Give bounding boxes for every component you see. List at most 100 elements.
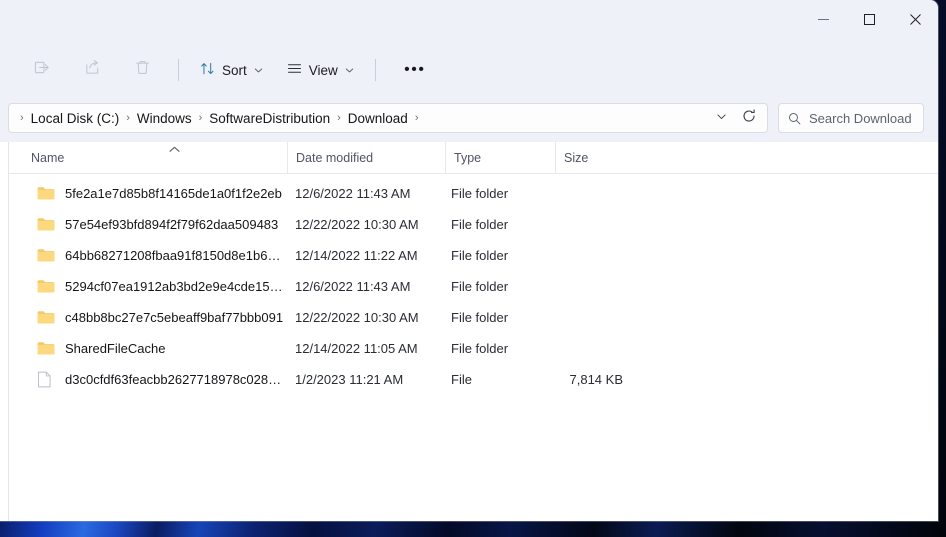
view-list-icon: [287, 61, 302, 79]
file-date-label: 12/22/2022 10:30 AM: [295, 217, 451, 232]
file-name-cell: 5fe2a1e7d85b8f14165de1a0f1f2e2eb: [37, 185, 295, 203]
table-row[interactable]: c48bb8bc27e7c5ebeaff9baf77bbb091 12/22/20…: [15, 302, 932, 333]
folder-icon: [37, 185, 55, 203]
previous-locations-button[interactable]: [707, 105, 735, 131]
column-header-type[interactable]: Type: [445, 142, 555, 174]
file-type-label: File folder: [451, 217, 559, 232]
file-type-label: File folder: [451, 186, 559, 201]
table-row[interactable]: 5fe2a1e7d85b8f14165de1a0f1f2e2eb 12/6/202…: [15, 178, 932, 209]
sort-button[interactable]: Sort: [191, 54, 272, 86]
file-list: Name Date modified Type S: [9, 142, 938, 521]
file-date-label: 12/14/2022 11:22 AM: [295, 248, 451, 263]
close-button[interactable]: [892, 0, 938, 38]
sort-button-label: Sort: [222, 63, 247, 78]
minimize-button[interactable]: [800, 0, 846, 38]
file-type-label: File folder: [451, 279, 559, 294]
table-row[interactable]: 64bb68271208fbaa91f8150d8e1b6b3a 12/14/20…: [15, 240, 932, 271]
rename-button[interactable]: [22, 53, 62, 87]
navigation-pane: [0, 142, 9, 521]
address-bar-actions: [707, 105, 763, 131]
breadcrumb: › Local Disk (C:) › Windows › SoftwareDi…: [15, 108, 707, 129]
file-size-label: 7,814 KB: [559, 372, 641, 387]
file-name-label: c48bb8bc27e7c5ebeaff9baf77bbb091: [65, 310, 283, 325]
column-header-date-label: Date modified: [296, 151, 373, 165]
file-rows: 5fe2a1e7d85b8f14165de1a0f1f2e2eb 12/6/202…: [9, 174, 938, 395]
maximize-button[interactable]: [846, 0, 892, 38]
file-type-label: File folder: [451, 248, 559, 263]
table-row[interactable]: d3c0cfdf63feacbb2627718978c028272d02... 1…: [15, 364, 932, 395]
file-name-cell: SharedFileCache: [37, 340, 295, 358]
file-date-label: 12/14/2022 11:05 AM: [295, 341, 451, 356]
trash-icon: [134, 59, 151, 81]
refresh-button[interactable]: [735, 105, 763, 131]
share-icon: [84, 59, 101, 81]
table-row[interactable]: 57e54ef93bfd894f2f79f62daa509483 12/22/20…: [15, 209, 932, 240]
view-button-label: View: [309, 63, 338, 78]
folder-icon: [37, 216, 55, 234]
table-row[interactable]: SharedFileCache 12/14/2022 11:05 AMFile f…: [15, 333, 932, 364]
file-icon: [37, 371, 55, 389]
view-button[interactable]: View: [278, 54, 363, 86]
search-box[interactable]: Search Download: [778, 103, 924, 133]
file-date-label: 12/6/2022 11:43 AM: [295, 279, 451, 294]
rename-icon: [34, 59, 51, 81]
file-name-cell: d3c0cfdf63feacbb2627718978c028272d02...: [37, 371, 295, 389]
breadcrumb-item-3[interactable]: Download: [346, 108, 410, 129]
column-header-type-label: Type: [454, 151, 481, 165]
delete-button[interactable]: [122, 53, 162, 87]
column-header-size-label: Size: [564, 151, 588, 165]
more-options-button[interactable]: •••: [396, 54, 434, 86]
content-area: Name Date modified Type S: [0, 142, 938, 521]
file-type-label: File folder: [451, 341, 559, 356]
chevron-down-icon: [345, 66, 354, 75]
breadcrumb-item-0[interactable]: Local Disk (C:): [29, 108, 122, 129]
column-header-size[interactable]: Size: [555, 142, 635, 174]
sort-ascending-icon: [169, 146, 180, 155]
search-input-placeholder: Search Download: [809, 111, 912, 126]
file-name-cell: c48bb8bc27e7c5ebeaff9baf77bbb091: [37, 309, 295, 327]
file-name-cell: 5294cf07ea1912ab3bd2e9e4cde152b1: [37, 278, 295, 296]
file-name-cell: 64bb68271208fbaa91f8150d8e1b6b3a: [37, 247, 295, 265]
folder-icon: [37, 340, 55, 358]
breadcrumb-item-1[interactable]: Windows: [135, 108, 194, 129]
file-name-label: d3c0cfdf63feacbb2627718978c028272d02...: [65, 372, 285, 387]
table-row[interactable]: 5294cf07ea1912ab3bd2e9e4cde152b1 12/6/202…: [15, 271, 932, 302]
file-name-label: 64bb68271208fbaa91f8150d8e1b6b3a: [65, 248, 285, 263]
window-controls: [800, 0, 938, 40]
column-header-name[interactable]: Name: [23, 142, 287, 174]
folder-icon: [37, 278, 55, 296]
file-date-label: 1/2/2023 11:21 AM: [295, 372, 451, 387]
breadcrumb-separator: ›: [332, 113, 346, 124]
file-name-cell: 57e54ef93bfd894f2f79f62daa509483: [37, 216, 295, 234]
file-date-label: 12/6/2022 11:43 AM: [295, 186, 451, 201]
address-bar[interactable]: › Local Disk (C:) › Windows › SoftwareDi…: [8, 103, 768, 133]
file-explorer-window: Sort View: [0, 0, 938, 521]
breadcrumb-item-2[interactable]: SoftwareDistribution: [207, 108, 332, 129]
file-name-label: SharedFileCache: [65, 341, 165, 356]
breadcrumb-separator: ›: [410, 113, 424, 124]
refresh-icon: [742, 109, 756, 128]
breadcrumb-separator: ›: [121, 113, 135, 124]
search-icon: [788, 112, 801, 125]
file-date-label: 12/22/2022 10:30 AM: [295, 310, 451, 325]
column-header-name-label: Name: [31, 151, 64, 165]
file-name-label: 5fe2a1e7d85b8f14165de1a0f1f2e2eb: [65, 186, 282, 201]
folder-icon: [37, 309, 55, 327]
share-button[interactable]: [72, 53, 112, 87]
breadcrumb-separator: ›: [15, 113, 29, 124]
title-bar: [0, 0, 938, 40]
toolbar-divider-1: [178, 59, 179, 81]
toolbar-divider-2: [375, 59, 376, 81]
column-header-date-modified[interactable]: Date modified: [287, 142, 445, 174]
breadcrumb-separator: ›: [194, 113, 208, 124]
file-name-label: 57e54ef93bfd894f2f79f62daa509483: [65, 217, 278, 232]
file-name-label: 5294cf07ea1912ab3bd2e9e4cde152b1: [65, 279, 285, 294]
folder-icon: [37, 247, 55, 265]
column-headers: Name Date modified Type S: [9, 142, 938, 174]
sort-icon: [200, 61, 215, 79]
command-toolbar: Sort View: [0, 40, 938, 100]
desktop-background: Sort View: [0, 0, 946, 537]
file-type-label: File: [451, 372, 559, 387]
chevron-down-icon: [254, 66, 263, 75]
chevron-down-icon: [716, 109, 727, 127]
